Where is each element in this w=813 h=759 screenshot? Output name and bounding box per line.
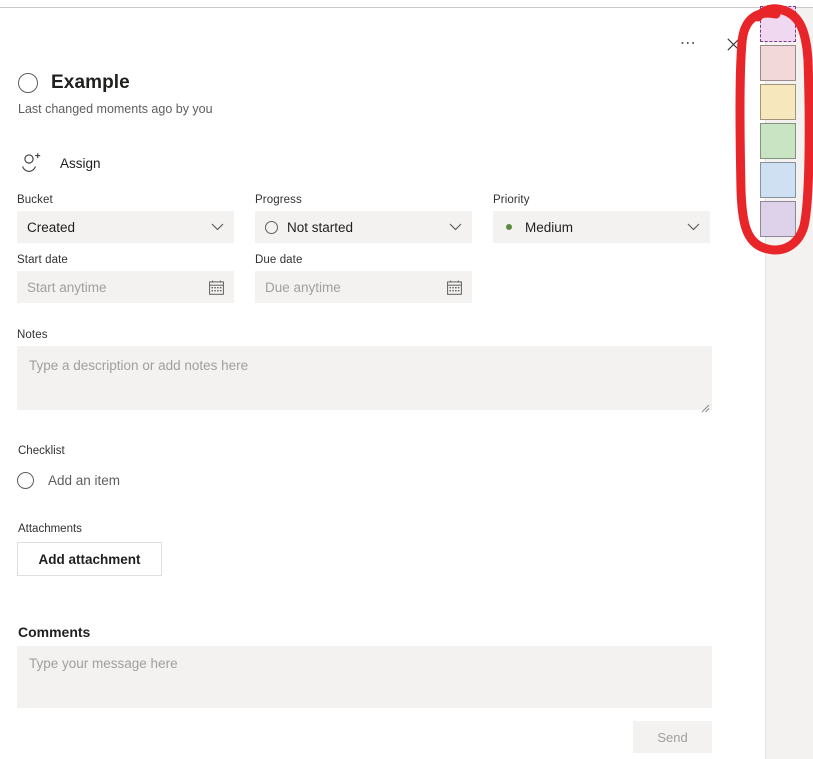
color-swatch-pink[interactable] (760, 6, 796, 42)
task-complete-toggle[interactable] (18, 73, 38, 93)
task-detail-pane: ⋯ Example Last changed moments ago by yo… (0, 8, 765, 759)
close-icon (726, 37, 740, 51)
checklist-label: Checklist (18, 445, 65, 457)
chevron-down-icon (449, 223, 462, 231)
field-priority: Priority Medium (493, 194, 710, 243)
due-date-value: Due anytime (265, 279, 341, 295)
page-title: Example (51, 72, 130, 93)
progress-label: Progress (255, 194, 302, 206)
due-date-picker[interactable]: Due anytime (255, 271, 472, 303)
comments-heading: Comments (18, 624, 91, 640)
more-options-button[interactable]: ⋯ (675, 30, 703, 58)
field-notes: Notes (17, 329, 712, 415)
comment-input[interactable] (17, 646, 712, 708)
color-swatch-yellow[interactable] (760, 84, 796, 120)
assign-button[interactable]: Assign (20, 153, 101, 173)
field-start-date: Start date Start anytime (17, 254, 234, 303)
start-date-value: Start anytime (27, 279, 107, 295)
header-actions: ⋯ (675, 30, 747, 58)
checklist-add-item-placeholder: Add an item (48, 473, 121, 488)
start-date-picker[interactable]: Start anytime (17, 271, 234, 303)
priority-dot-icon (506, 224, 512, 230)
task-detail-window: ⋯ Example Last changed moments ago by yo… (0, 0, 813, 759)
notes-label: Notes (17, 329, 48, 341)
chevron-down-icon (687, 223, 700, 231)
circle-checkbox-icon (17, 472, 34, 489)
attachments-label: Attachments (18, 523, 82, 535)
close-button[interactable] (719, 30, 747, 58)
color-swatch-purple[interactable] (760, 201, 796, 237)
task-title-row: Example (18, 72, 130, 94)
chevron-down-icon (211, 223, 224, 231)
bucket-value: Created (27, 219, 76, 235)
calendar-icon (209, 280, 224, 295)
assign-label: Assign (60, 155, 101, 171)
color-swatch-blue[interactable] (760, 162, 796, 198)
due-date-label: Due date (255, 254, 303, 266)
start-date-label: Start date (17, 254, 68, 266)
field-bucket: Bucket Created (17, 194, 234, 243)
checklist-add-item[interactable]: Add an item (17, 472, 120, 489)
ellipsis-icon: ⋯ (679, 35, 699, 52)
assign-person-add-icon (22, 153, 41, 172)
color-swatch-red[interactable] (760, 45, 796, 81)
priority-label: Priority (493, 194, 530, 206)
field-progress: Progress Not started (255, 194, 472, 243)
task-subtitle: Last changed moments ago by you (18, 102, 213, 116)
add-attachment-button[interactable]: Add attachment (17, 542, 162, 576)
priority-select[interactable]: Medium (493, 211, 710, 243)
send-button[interactable]: Send (633, 721, 712, 753)
calendar-icon (447, 280, 462, 295)
bucket-select[interactable]: Created (17, 211, 234, 243)
progress-select[interactable]: Not started (255, 211, 472, 243)
not-started-circle-icon (265, 220, 278, 234)
notes-input[interactable] (17, 346, 712, 410)
color-swatch-green[interactable] (760, 123, 796, 159)
color-swatch-list (760, 6, 798, 240)
field-due-date: Due date Due anytime (255, 254, 472, 303)
progress-value: Not started (287, 219, 354, 235)
bucket-label: Bucket (17, 194, 53, 206)
priority-value: Medium (525, 219, 574, 235)
